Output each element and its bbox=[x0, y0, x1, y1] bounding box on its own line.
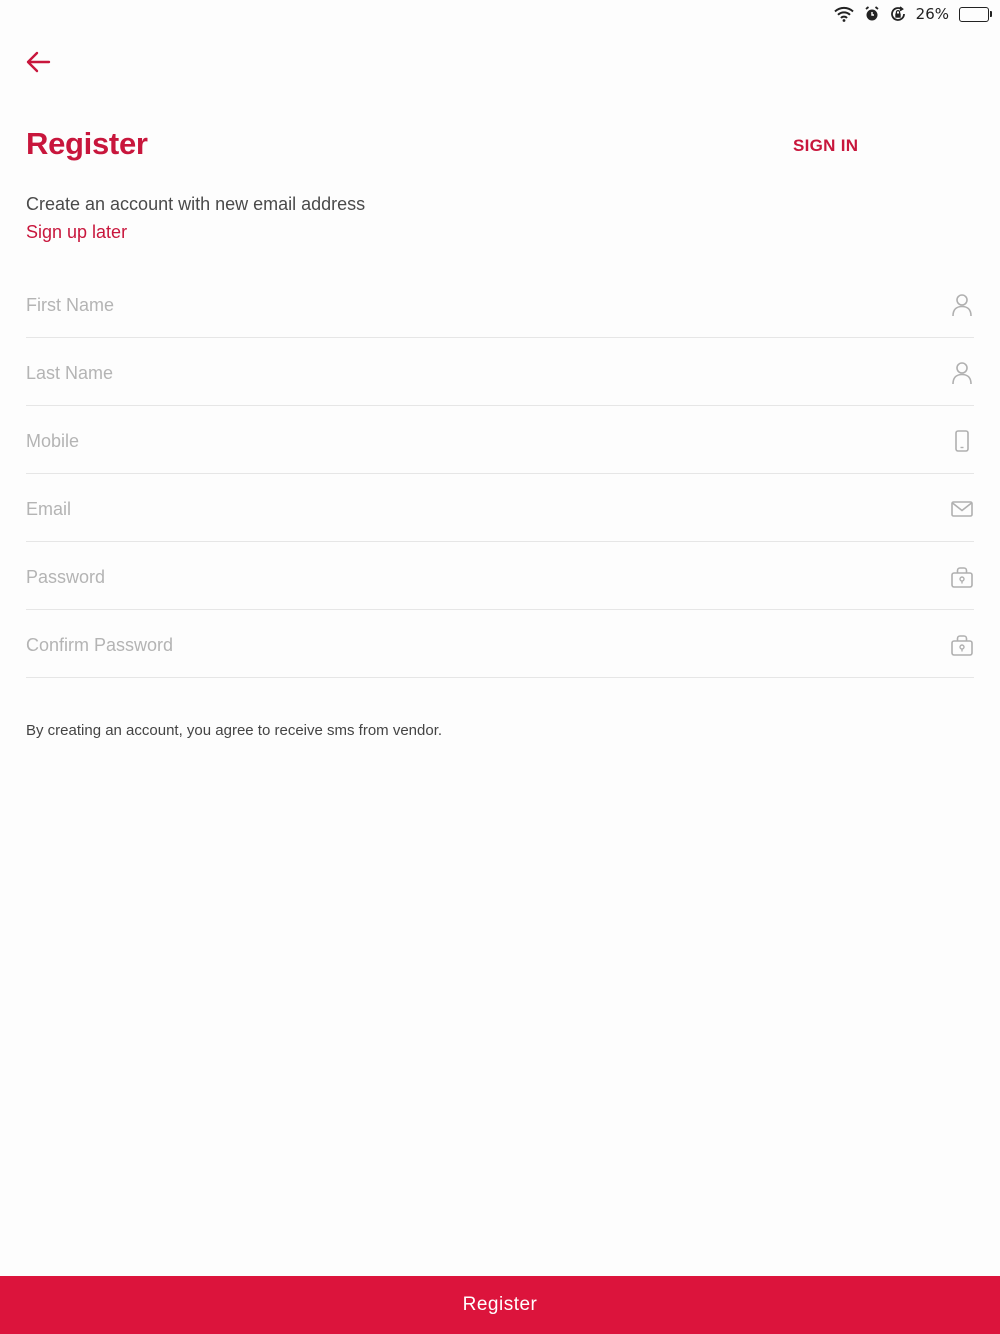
first-name-field-row bbox=[26, 270, 974, 338]
password-input[interactable] bbox=[26, 542, 974, 609]
page-title: Register bbox=[26, 126, 148, 161]
wifi-icon bbox=[833, 6, 854, 22]
register-button[interactable]: Register bbox=[0, 1276, 1000, 1334]
lock-icon bbox=[950, 632, 974, 658]
status-bar: 26% bbox=[833, 0, 1000, 28]
back-button[interactable] bbox=[22, 46, 54, 78]
battery-percent: 26% bbox=[915, 5, 949, 23]
confirm-password-input[interactable] bbox=[26, 610, 974, 677]
phone-icon bbox=[950, 428, 974, 454]
password-field-row bbox=[26, 542, 974, 610]
mobile-input[interactable] bbox=[26, 406, 974, 473]
email-input[interactable] bbox=[26, 474, 974, 541]
person-icon bbox=[950, 360, 974, 386]
envelope-icon bbox=[950, 496, 974, 522]
register-screen: 26% Register SIGN IN Create an account w… bbox=[0, 0, 1000, 1334]
person-icon bbox=[950, 292, 974, 318]
page-subtitle: Create an account with new email address bbox=[26, 194, 366, 214]
sign-in-link[interactable]: SIGN IN bbox=[793, 136, 858, 156]
battery-icon bbox=[959, 6, 992, 22]
alarm-icon bbox=[864, 6, 880, 22]
terms-notice: By creating an account, you agree to rec… bbox=[26, 722, 443, 739]
lock-icon bbox=[950, 564, 974, 590]
registration-form bbox=[26, 270, 974, 678]
last-name-field-row bbox=[26, 338, 974, 406]
arrow-left-icon bbox=[26, 51, 51, 73]
first-name-input[interactable] bbox=[26, 270, 974, 337]
last-name-input[interactable] bbox=[26, 338, 974, 405]
confirm-password-field-row bbox=[26, 610, 974, 678]
mobile-field-row bbox=[26, 406, 974, 474]
sign-up-later-link[interactable]: Sign up later bbox=[26, 222, 127, 243]
rotation-lock-icon bbox=[890, 6, 906, 22]
email-field-row bbox=[26, 474, 974, 542]
